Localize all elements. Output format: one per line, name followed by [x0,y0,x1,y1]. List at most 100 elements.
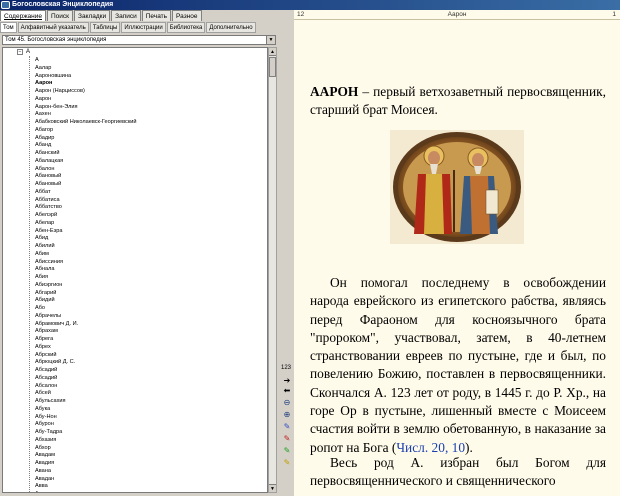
tab-notes[interactable]: Записи [111,10,141,21]
tree-item[interactable]: Абу-Нон [35,414,137,422]
tree-item[interactable]: Абрега [35,336,137,344]
tree-item[interactable]: Авадам [35,452,137,460]
tab-misc[interactable]: Разное [172,10,202,21]
tree-root[interactable]: − А [17,49,30,56]
tree-item[interactable]: Авадия [35,460,137,468]
tab-bookmarks[interactable]: Закладки [74,10,111,21]
subtab-volume[interactable]: Том [0,22,17,33]
subtab-extra[interactable]: Дополнительно [206,22,256,33]
tree-item[interactable]: Абадир [35,135,137,143]
article-paragraph-2: Он помогал последнему в освобождении нар… [310,274,606,457]
tree-item[interactable]: Аббатство [35,204,137,212]
tree-item[interactable]: Абидий [35,297,137,305]
article-paragraph-3: Весь род А. избран был Богом для первосв… [310,455,606,489]
tree-item[interactable]: Абанский [35,150,137,158]
subtab-illustrations[interactable]: Иллюстрации [121,22,166,33]
subtab-library[interactable]: Библиотека [166,22,206,33]
tree-item[interactable]: Абанд [35,142,137,150]
navigation-panel: Содержание Поиск Закладки Записи Печать … [0,10,278,496]
tree-item[interactable]: Абагор [35,127,137,135]
tree-item[interactable]: Абрахам [35,328,137,336]
pen-blue-icon[interactable]: ✎ [282,422,292,432]
app-icon [1,1,10,9]
tree-item[interactable]: Аарон [35,80,137,88]
tree-item[interactable]: Аароновшина [35,73,137,81]
scripture-link[interactable]: Числ. 20, 10 [396,440,465,455]
title-bar: Богословская Энциклопедия [0,0,620,10]
tree-item[interactable]: Абановый [35,173,137,181]
zoom-in-icon[interactable]: ⊕ [282,410,292,420]
tree-item[interactable]: Абу-Тадра [35,429,137,437]
tree-item[interactable]: Абука [35,406,137,414]
tree-item[interactable]: Абрачелы [35,313,137,321]
tree-item[interactable]: Абурон [35,421,137,429]
tree-item[interactable]: А [35,57,137,65]
article-tree: − А А Аалар Аароновшина Аарон Аарон (Нарциссо… [2,47,268,493]
pen-red-icon[interactable]: ✎ [282,434,292,444]
tree-item[interactable]: Абрех [35,344,137,352]
pen-yellow-icon[interactable]: ✎ [282,458,292,468]
page-counter: 123 [281,365,292,371]
arrow-left-icon[interactable]: ⬅ [282,386,292,396]
tree-item[interactable]: Або [35,305,137,313]
tree-item[interactable]: Абелэрй [35,212,137,220]
tree-item[interactable]: Абсадий [35,375,137,383]
tree-item[interactable]: Авадан [35,476,137,484]
tree-item[interactable]: Абия [35,274,137,282]
tab-search[interactable]: Поиск [47,10,74,21]
tree-item[interactable]: Абиэргион [35,282,137,290]
tree-item[interactable]: Аалар [35,65,137,73]
tree-item[interactable]: Авва [35,483,137,491]
tree-item[interactable]: Аарон [35,96,137,104]
tree-item[interactable]: Аахен [35,111,137,119]
tree-item[interactable]: Абсадий [35,367,137,375]
tree-item[interactable]: Абнала [35,266,137,274]
article-paragraph-2-text: Он помогал последнему в освобождении нар… [310,275,606,455]
tree-item[interactable]: Абелар [35,220,137,228]
tree-item[interactable]: Абрамович Д. И. [35,321,137,329]
tree-item[interactable]: Абид [35,235,137,243]
page-header-title: Аарон [447,11,467,18]
article-paragraph-2-end: ). [465,439,473,455]
subtab-alphabetical-index[interactable]: Алфавитный указатель [17,22,89,33]
collapse-icon[interactable]: − [17,49,23,55]
arrow-right-icon[interactable]: ➔ [282,376,292,386]
content-subtabs: Том Алфавитный указатель Таблицы Иллюстр… [0,22,278,33]
scroll-up-icon[interactable]: ▲ [269,48,276,56]
tree-scrollbar[interactable]: ▲ ▼ [268,47,277,493]
tree-item[interactable]: Абхор [35,445,137,453]
main-tabs: Содержание Поиск Закладки Записи Печать … [0,10,278,21]
scroll-thumb[interactable] [269,57,276,77]
tree-item-list: А Аалар Аароновшина Аарон Аарон (Нарциссов) А… [35,57,137,492]
tab-contents[interactable]: Содержание [0,10,46,21]
tree-item[interactable]: Абхазия [35,437,137,445]
scroll-down-icon[interactable]: ▼ [269,484,276,492]
tree-item[interactable]: Аббатиса [35,197,137,205]
tree-item[interactable]: Абрюцкий Д. С. [35,359,137,367]
tab-print[interactable]: Печать [141,10,172,21]
tree-item[interactable]: Абульсахия [35,398,137,406]
icon-illustration[interactable] [390,130,524,244]
tree-item[interactable]: Абим [35,251,137,259]
subtab-tables[interactable]: Таблицы [89,22,121,33]
tree-item[interactable]: Абабковский Николаевск-Георгиевский [35,119,137,127]
tree-item[interactable]: Абалацкая [35,158,137,166]
tree-item[interactable]: Абен-Езра [35,228,137,236]
volume-select[interactable]: Том 45. Богословская энциклопедия ▼ [2,35,276,45]
page-number-right: 1 [612,11,616,18]
tree-item[interactable]: Аббат [35,189,137,197]
volume-select-value: Том 45. Богословская энциклопедия [5,37,107,43]
tree-item[interactable]: Аарон (Нарциссов) [35,88,137,96]
zoom-out-icon[interactable]: ⊖ [282,398,292,408]
article-headword: ААРОН [310,84,359,99]
tree-item[interactable]: Абилий [35,243,137,251]
tree-item[interactable]: Абиссиния [35,259,137,267]
tree-item[interactable]: Авана [35,468,137,476]
tree-item[interactable]: Абсей [35,390,137,398]
chevron-down-icon[interactable]: ▼ [266,36,275,44]
tree-item[interactable]: Авва [35,491,137,492]
pen-green-icon[interactable]: ✎ [282,446,292,456]
tree-item[interactable]: Абановый [35,181,137,189]
tree-item[interactable]: Аарон-бен-Элия [35,104,137,112]
page-header: 12 Аарон 1 [294,10,620,20]
